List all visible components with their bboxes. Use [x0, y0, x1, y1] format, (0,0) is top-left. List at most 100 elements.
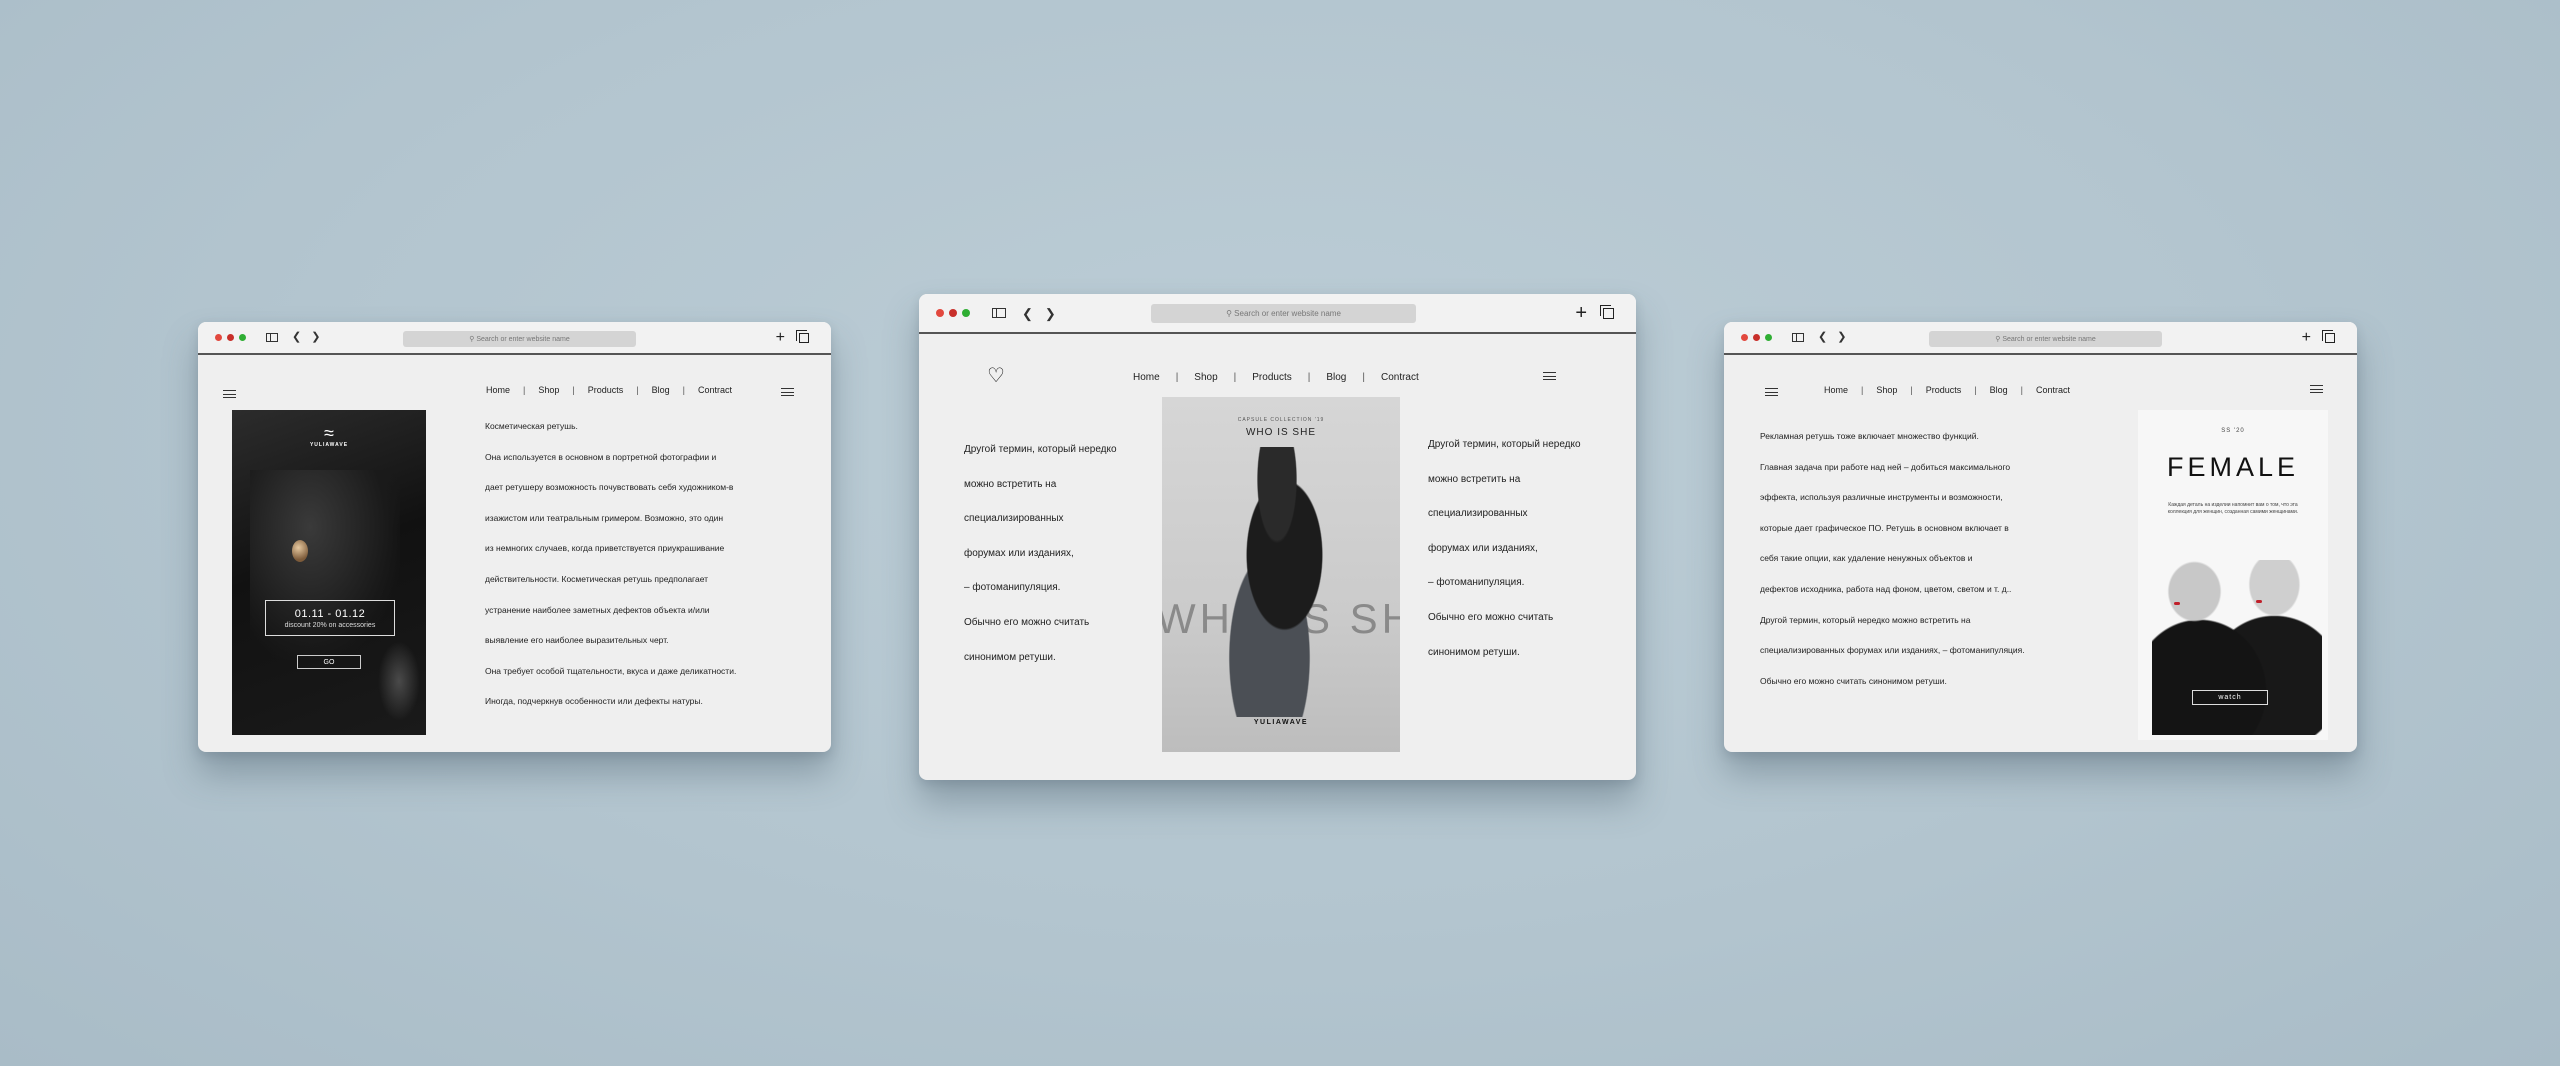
- nav-blog[interactable]: Blog: [1990, 385, 2008, 395]
- wave-logo-icon: ≈: [324, 423, 334, 443]
- nav-blog[interactable]: Blog: [1326, 372, 1346, 383]
- menu-icon[interactable]: [1765, 388, 1778, 396]
- paragraph-line: устранение наиболее заметных дефектов об…: [485, 604, 710, 615]
- new-tab-icon[interactable]: +: [1575, 303, 1587, 323]
- maximize-window-button[interactable]: [239, 334, 246, 341]
- close-window-button[interactable]: [215, 334, 222, 341]
- address-placeholder: Search or enter website name: [476, 335, 570, 343]
- nav-shop[interactable]: Shop: [1194, 372, 1217, 383]
- nav-products[interactable]: Products: [1926, 385, 1962, 395]
- heart-logo-icon[interactable]: ♡: [987, 363, 1005, 387]
- go-button[interactable]: GO: [297, 655, 361, 669]
- tabs-overview-icon[interactable]: [1600, 304, 1614, 319]
- nav-blog[interactable]: Blog: [652, 385, 670, 395]
- models-photo: [2152, 560, 2322, 735]
- nav-separator: |: [1910, 385, 1913, 395]
- browser-toolbar: ❮ ❯ ⚲ Search or enter website name +: [919, 294, 1636, 334]
- text-column-right: Другой термин, который нередко можно вст…: [1428, 439, 1581, 681]
- watch-button[interactable]: watch: [2192, 690, 2268, 705]
- paragraph-line: форумах или изданиях,: [1428, 542, 1538, 554]
- nav-contract[interactable]: Contract: [2036, 385, 2070, 395]
- forward-icon[interactable]: ❯: [1045, 307, 1056, 320]
- browser-window-left: ❮ ❯ ⚲ Search or enter website name + Hom…: [198, 322, 831, 752]
- nav-separator: |: [523, 385, 526, 395]
- menu-icon-right[interactable]: [2310, 385, 2323, 393]
- address-placeholder: Search or enter website name: [2002, 335, 2096, 343]
- nav-home[interactable]: Home: [1824, 385, 1848, 395]
- tabs-overview-icon[interactable]: [796, 329, 809, 343]
- paragraph-line: Косметическая ретушь.: [485, 421, 578, 431]
- article-text: Косметическая ретушь. Она используется в…: [485, 421, 736, 727]
- hero-banner: ≈ YULIAWAVE 01.11 - 01.12 discount 20% o…: [232, 410, 426, 735]
- maximize-window-button[interactable]: [962, 309, 970, 317]
- browser-window-middle: ❮ ❯ ⚲ Search or enter website name + ♡ H…: [919, 294, 1636, 780]
- nav-products[interactable]: Products: [588, 385, 624, 395]
- season-label: SS '20: [2221, 428, 2245, 434]
- model-photo: [1202, 447, 1352, 717]
- new-tab-icon[interactable]: +: [776, 329, 785, 346]
- model-lips: [2174, 602, 2180, 605]
- paragraph-line: синонимом ретуши.: [1428, 646, 1520, 658]
- nav-home[interactable]: Home: [1133, 372, 1160, 383]
- nav-contract[interactable]: Contract: [698, 385, 732, 395]
- brand-name: YULIAWAVE: [309, 442, 349, 448]
- paragraph-line: дает ретушеру возможность почувствовать …: [485, 482, 734, 493]
- nav-contract[interactable]: Contract: [1381, 372, 1419, 383]
- back-icon[interactable]: ❮: [292, 332, 301, 343]
- paragraph-line: можно встретить на: [1428, 473, 1521, 485]
- sidebar-toggle-icon[interactable]: [1792, 333, 1804, 342]
- collection-banner: SS '20 FEMALE Каждая деталь на изделии н…: [2138, 410, 2328, 740]
- back-icon[interactable]: ❮: [1022, 307, 1033, 320]
- nav-separator: |: [1175, 372, 1179, 383]
- nav-separator: |: [1974, 385, 1977, 395]
- nav-separator: |: [1362, 372, 1365, 383]
- paragraph-line: Другой термин, который нередко можно вст…: [1760, 614, 1971, 625]
- paragraph-line: – фотоманипуляция.: [1428, 577, 1525, 589]
- paragraph-line: из немногих случаев, когда приветствуетс…: [485, 543, 725, 554]
- menu-icon-right[interactable]: [781, 388, 794, 396]
- paragraph-line: Обычно его можно считать: [964, 616, 1090, 628]
- collection-title: FEMALE: [2166, 452, 2300, 482]
- paragraph-line: можно встретить на: [964, 478, 1057, 490]
- model-lips: [2256, 600, 2262, 603]
- poster-caption: CAPSULE COLLECTION '19: [1237, 417, 1325, 423]
- paragraph-line: – фотоманипуляция.: [964, 582, 1061, 594]
- menu-icon[interactable]: [1543, 372, 1556, 380]
- sidebar-toggle-icon[interactable]: [266, 333, 278, 342]
- tabs-overview-icon[interactable]: [2322, 329, 2335, 343]
- minimize-window-button[interactable]: [949, 309, 957, 317]
- poster-title: WHO IS SHE: [1245, 427, 1316, 438]
- paragraph-line: себя такие опции, как удаление ненужных …: [1760, 553, 1973, 564]
- back-icon[interactable]: ❮: [1818, 332, 1827, 343]
- earring-photo: [292, 540, 308, 562]
- browser-toolbar: ❮ ❯ ⚲ Search or enter website name +: [198, 322, 831, 355]
- paragraph-line: Другой термин, который нередко: [1428, 439, 1581, 450]
- site-nav: Home | Shop | Products | Blog | Contract: [1133, 372, 1419, 383]
- close-window-button[interactable]: [1741, 334, 1748, 341]
- site-nav: Home | Shop | Products | Blog | Contract: [1824, 385, 2070, 395]
- paragraph-line: Обычно его можно считать синонимом ретуш…: [1760, 675, 1947, 686]
- address-bar[interactable]: ⚲ Search or enter website name: [403, 331, 636, 347]
- maximize-window-button[interactable]: [1765, 334, 1772, 341]
- menu-icon[interactable]: [223, 390, 236, 398]
- address-bar[interactable]: ⚲ Search or enter website name: [1929, 331, 2162, 347]
- collection-subtitle: Каждая деталь на изделии напомнит вам о …: [2167, 502, 2299, 515]
- paragraph-line: действительности. Косметическая ретушь п…: [485, 573, 709, 584]
- sidebar-toggle-icon[interactable]: [992, 308, 1006, 318]
- nav-shop[interactable]: Shop: [1876, 385, 1897, 395]
- nav-separator: |: [2020, 385, 2023, 395]
- minimize-window-button[interactable]: [1753, 334, 1760, 341]
- paragraph-line: эффекта, используя различные инструменты…: [1760, 492, 2003, 503]
- new-tab-icon[interactable]: +: [2302, 329, 2311, 346]
- close-window-button[interactable]: [936, 309, 944, 317]
- address-bar[interactable]: ⚲ Search or enter website name: [1151, 304, 1416, 323]
- nav-products[interactable]: Products: [1252, 372, 1291, 383]
- search-icon: ⚲: [469, 336, 477, 343]
- paragraph-line: Иногда, подчеркнув особенности или дефек…: [485, 696, 703, 707]
- forward-icon[interactable]: ❯: [1837, 332, 1846, 343]
- nav-home[interactable]: Home: [486, 385, 510, 395]
- nav-shop[interactable]: Shop: [538, 385, 559, 395]
- promo-box: 01.11 - 01.12 discount 20% on accessorie…: [265, 600, 395, 636]
- minimize-window-button[interactable]: [227, 334, 234, 341]
- forward-icon[interactable]: ❯: [311, 332, 320, 343]
